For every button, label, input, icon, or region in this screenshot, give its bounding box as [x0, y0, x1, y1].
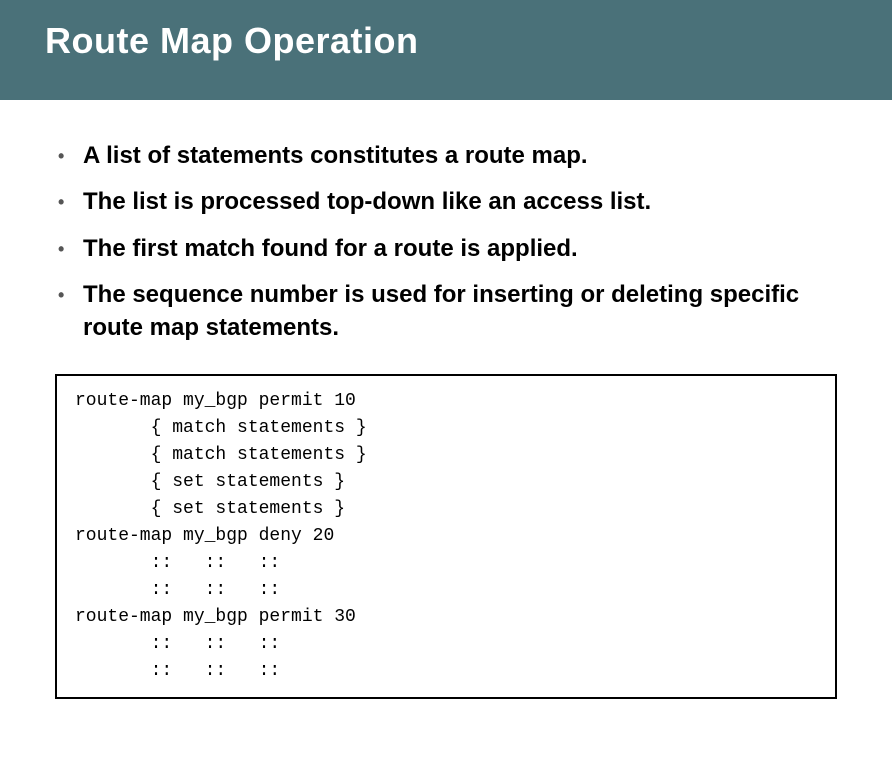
slide-title: Route Map Operation: [45, 20, 847, 62]
bullet-list: A list of statements constitutes a route…: [55, 140, 837, 344]
code-line: :: :: ::: [75, 580, 280, 600]
code-line: :: :: ::: [75, 553, 280, 573]
code-line: { set statements }: [75, 472, 345, 492]
slide-header: Route Map Operation: [0, 0, 892, 100]
code-line: :: :: ::: [75, 661, 280, 681]
bullet-item: The sequence number is used for insertin…: [55, 279, 837, 344]
code-line: { match statements }: [75, 418, 367, 438]
bullet-item: A list of statements constitutes a route…: [55, 140, 837, 172]
bullet-item: The first match found for a route is app…: [55, 233, 837, 265]
code-line: { set statements }: [75, 499, 345, 519]
bullet-item: The list is processed top-down like an a…: [55, 186, 837, 218]
slide-content: A list of statements constitutes a route…: [0, 100, 892, 719]
code-line: route-map my_bgp permit 30: [75, 607, 356, 627]
code-line: route-map my_bgp permit 10: [75, 391, 356, 411]
code-line: { match statements }: [75, 445, 367, 465]
code-line: :: :: ::: [75, 634, 280, 654]
code-example-box: route-map my_bgp permit 10 { match state…: [55, 374, 837, 699]
code-line: route-map my_bgp deny 20: [75, 526, 334, 546]
